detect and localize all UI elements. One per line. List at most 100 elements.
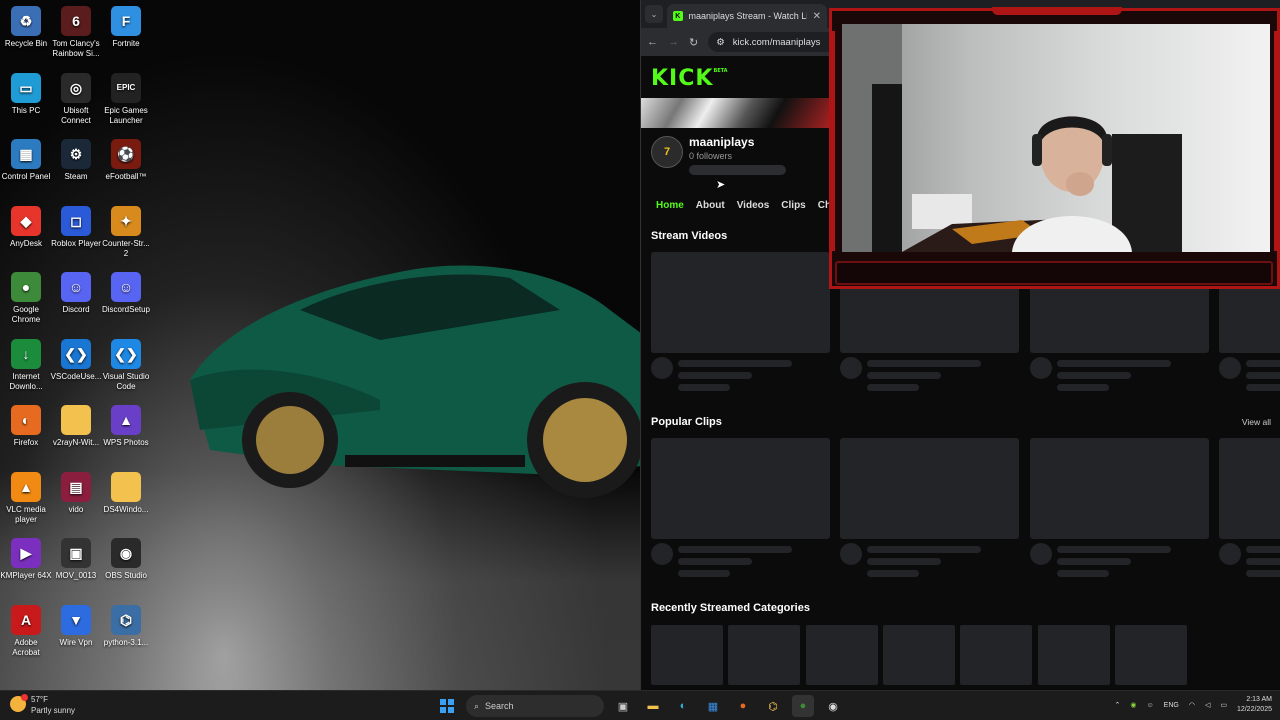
desktop-shortcut-label: Wire Vpn bbox=[59, 637, 93, 647]
skeleton-avatar bbox=[1030, 357, 1052, 379]
firefox-taskbar-icon[interactable]: ● bbox=[732, 695, 754, 717]
desktop-shortcut-label: Control Panel bbox=[1, 172, 51, 181]
desktop-shortcut[interactable]: ◻ Roblox Player bbox=[50, 205, 102, 249]
url-text: kick.com/maaniplays bbox=[732, 36, 821, 48]
edge-icon[interactable]: ◐ bbox=[672, 695, 694, 717]
desktop-shortcut[interactable]: ▼ Wire Vpn bbox=[50, 604, 102, 648]
desktop-shortcut[interactable]: ♻ Recycle Bin bbox=[0, 6, 52, 49]
skeleton-thumbnail bbox=[651, 252, 830, 353]
desktop-wallpaper: ♻ Recycle Bin 6 Tom Clancy's Rainbow Si... F… bbox=[0, 0, 640, 690]
start-button[interactable] bbox=[436, 695, 458, 717]
view-all-link[interactable]: View all bbox=[1242, 417, 1271, 427]
store-icon[interactable]: ▦ bbox=[702, 695, 724, 717]
tab-search-button[interactable]: ⌄ bbox=[645, 5, 663, 23]
skeleton-line bbox=[1246, 570, 1280, 577]
chrome-taskbar-icon[interactable]: ● bbox=[792, 695, 814, 717]
search-placeholder: Search bbox=[485, 701, 514, 711]
skeleton-line bbox=[678, 372, 752, 379]
tab-close-icon[interactable]: ✕ bbox=[813, 11, 821, 22]
skeleton-line bbox=[678, 546, 792, 553]
weather-desc: Partly sunny bbox=[31, 706, 76, 715]
back-arrow-icon[interactable]: ← bbox=[647, 36, 658, 48]
desktop-shortcut[interactable]: ☺ DiscordSetup bbox=[100, 272, 152, 315]
tray-chevron-icon[interactable]: ⌃ bbox=[1115, 701, 1121, 709]
webcam-frame-bottom bbox=[835, 261, 1273, 285]
search-icon: ⌕ bbox=[474, 700, 480, 711]
mouse-cursor-icon: ➤ bbox=[716, 179, 726, 191]
desktop-shortcut[interactable]: ⚽ eFootball™ bbox=[100, 139, 152, 182]
obs-taskbar-icon[interactable]: ◉ bbox=[822, 695, 844, 717]
skeleton-line bbox=[678, 570, 730, 577]
task-view-icon[interactable]: ▣ bbox=[612, 695, 634, 717]
clock[interactable]: 2:13 AM 12/22/2025 bbox=[1237, 695, 1272, 715]
reload-icon[interactable]: ↻ bbox=[689, 36, 698, 49]
tray-discord-icon[interactable]: ☺ bbox=[1147, 702, 1154, 709]
chrome-icon: ● bbox=[11, 272, 41, 302]
taskbar-search[interactable]: ⌕ Search bbox=[466, 695, 604, 717]
python-taskbar-icon[interactable]: ⌬ bbox=[762, 695, 784, 717]
desktop-shortcut[interactable]: ✦ Counter-Str... 2 bbox=[100, 205, 152, 259]
skeleton-line bbox=[1057, 546, 1171, 553]
desktop-shortcut[interactable]: ● Google Chrome bbox=[0, 272, 52, 325]
kick-logo[interactable]: KICKBETA bbox=[651, 66, 728, 91]
desktop-shortcut[interactable]: ❮❯ Visual Studio Code bbox=[100, 338, 152, 392]
skeleton-line bbox=[678, 558, 752, 565]
desktop-shortcut[interactable]: ▲ VLC media player bbox=[0, 471, 52, 525]
desktop-shortcut[interactable]: ◐ Firefox bbox=[0, 405, 52, 448]
weather-widget[interactable]: 57°F Partly sunny bbox=[10, 694, 75, 716]
tab-title: maaniplays Stream - Watch Liv bbox=[688, 11, 807, 21]
channel-avatar[interactable]: 7 bbox=[651, 136, 683, 168]
desktop-shortcut-label: Recycle Bin bbox=[4, 39, 48, 48]
tab-clips[interactable]: Clips bbox=[781, 200, 805, 211]
desktop-shortcut[interactable]: EPIC Epic Games Launcher bbox=[100, 72, 152, 126]
desktop-shortcut[interactable]: DS4Windo... bbox=[100, 471, 152, 515]
vscode-setup-icon: ❮❯ bbox=[61, 338, 91, 369]
site-info-icon[interactable]: ⚙ bbox=[716, 37, 725, 48]
desktop-shortcut[interactable]: ◉ OBS Studio bbox=[100, 538, 152, 581]
desktop-shortcut[interactable]: ▭ This PC bbox=[0, 72, 52, 116]
desktop-shortcut[interactable]: ⚙ Steam bbox=[50, 139, 102, 182]
skeleton-thumbnail bbox=[651, 438, 830, 539]
skeleton-line bbox=[1246, 372, 1280, 379]
skeleton-thumbnail bbox=[1030, 438, 1209, 539]
skeleton-avatar bbox=[1219, 543, 1241, 565]
rainbow-six-icon: 6 bbox=[61, 6, 91, 36]
webcam-frame-right bbox=[1274, 31, 1280, 251]
forward-arrow-icon[interactable]: → bbox=[668, 36, 679, 48]
desktop-shortcut[interactable]: ▣ MOV_0013 bbox=[50, 538, 102, 581]
desktop-shortcut-label: Internet Downlo... bbox=[9, 371, 43, 391]
desktop-shortcut[interactable]: ◆ AnyDesk bbox=[0, 205, 52, 249]
desktop-shortcut-label: DS4Windo... bbox=[103, 504, 149, 514]
tab-videos[interactable]: Videos bbox=[737, 200, 770, 211]
desktop-shortcut[interactable]: ◎ Ubisoft Connect bbox=[50, 72, 102, 126]
desktop-shortcut[interactable]: ⌬ python-3.1... bbox=[100, 604, 152, 648]
desktop-shortcut[interactable]: ❮❯ VSCodeUse... bbox=[50, 338, 102, 382]
skeleton-category bbox=[1038, 625, 1110, 685]
efootball-icon: ⚽ bbox=[111, 139, 141, 169]
desktop-shortcut-label: Google Chrome bbox=[11, 305, 41, 324]
desktop-shortcut[interactable]: ▶ KMPlayer 64X bbox=[0, 538, 52, 581]
skeleton-category bbox=[806, 625, 878, 685]
tab-home[interactable]: Home bbox=[656, 200, 684, 211]
tray-app-icon[interactable]: ◉ bbox=[1130, 701, 1136, 709]
wifi-icon[interactable]: ◠ bbox=[1189, 701, 1195, 709]
tab-about[interactable]: About bbox=[696, 200, 725, 211]
language-indicator[interactable]: ENG bbox=[1164, 702, 1179, 709]
desktop-shortcut[interactable]: F Fortnite bbox=[100, 6, 152, 49]
volume-icon[interactable]: ◁ bbox=[1205, 701, 1210, 709]
desktop-shortcut[interactable]: A Adobe Acrobat bbox=[0, 604, 52, 658]
file-explorer-icon[interactable]: ▬ bbox=[642, 695, 664, 717]
ubisoft-icon: ◎ bbox=[61, 72, 91, 103]
battery-icon[interactable]: ▭ bbox=[1220, 701, 1227, 709]
browser-tab[interactable]: K maaniplays Stream - Watch Liv ✕ bbox=[667, 4, 827, 28]
skeleton-category bbox=[728, 625, 800, 685]
epic-games-icon: EPIC bbox=[111, 72, 141, 103]
desktop-shortcut[interactable]: ▲ WPS Photos bbox=[100, 405, 152, 448]
desktop-shortcut[interactable]: ▤ vido bbox=[50, 471, 102, 515]
desktop-shortcut[interactable]: ☺ Discord bbox=[50, 272, 102, 315]
desktop-shortcut[interactable]: ↓ Internet Downlo... bbox=[0, 338, 52, 392]
desktop-shortcut[interactable]: ▦ Control Panel bbox=[0, 139, 52, 182]
desktop-shortcut[interactable]: v2rayN-Wit... bbox=[50, 405, 102, 448]
follow-button-placeholder[interactable] bbox=[689, 165, 786, 175]
desktop-shortcut[interactable]: 6 Tom Clancy's Rainbow Si... bbox=[50, 6, 102, 59]
